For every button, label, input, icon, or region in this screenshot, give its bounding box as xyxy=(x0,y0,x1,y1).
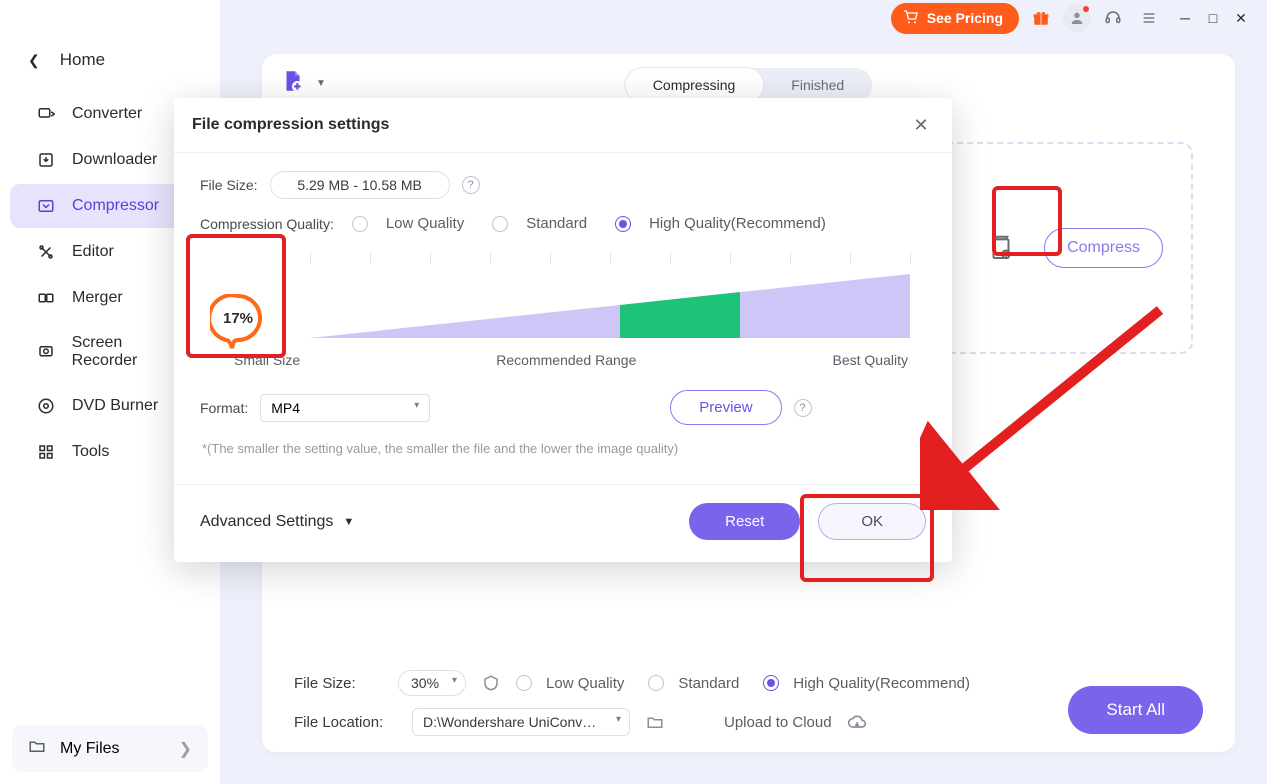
gift-icon[interactable] xyxy=(1027,4,1055,32)
dvd-icon xyxy=(36,396,56,416)
sidebar-item-label: Tools xyxy=(72,443,109,461)
sidebar-item-label: Merger xyxy=(72,289,123,307)
chevron-down-icon: ▼ xyxy=(316,78,326,89)
window-minimize-button[interactable]: ─ xyxy=(1171,4,1199,32)
downloader-icon xyxy=(36,150,56,170)
upload-cloud-label: Upload to Cloud xyxy=(724,714,832,731)
sidebar-item-label: Converter xyxy=(72,105,142,123)
slider-thumb[interactable]: 17% xyxy=(210,294,266,350)
tab-compressing[interactable]: Compressing xyxy=(625,68,763,102)
my-files-button[interactable]: My Files ❯ xyxy=(12,725,208,772)
advanced-settings-toggle[interactable]: Advanced Settings ▼ xyxy=(200,513,354,531)
file-size-select[interactable]: 30% xyxy=(398,670,466,696)
my-files-label: My Files xyxy=(60,740,120,758)
sidebar-item-label: Editor xyxy=(72,243,114,261)
reset-button[interactable]: Reset xyxy=(689,503,800,540)
title-bar: See Pricing ─ □ ✕ xyxy=(891,0,1267,36)
compress-button[interactable]: Compress xyxy=(1044,228,1163,268)
back-icon: ❮ xyxy=(28,52,40,69)
chevron-right-icon: ❯ xyxy=(179,739,192,759)
modal-quality-low-label: Low Quality xyxy=(386,215,464,232)
merger-icon xyxy=(36,288,56,308)
tab-finished[interactable]: Finished xyxy=(763,68,872,102)
compression-settings-dialog: File compression settings ✕ File Size: 5… xyxy=(174,98,952,562)
file-location-select[interactable]: D:\Wondershare UniConverter 1 xyxy=(412,708,630,736)
preview-button[interactable]: Preview xyxy=(670,390,781,425)
start-all-button[interactable]: Start All xyxy=(1068,686,1203,734)
dialog-title: File compression settings xyxy=(192,116,389,134)
home-label: Home xyxy=(60,50,105,70)
format-select[interactable]: MP4 xyxy=(260,394,430,422)
modal-quality-low-radio[interactable] xyxy=(352,216,368,232)
slider-track xyxy=(310,274,910,338)
add-file-icon xyxy=(280,68,306,99)
file-size-value[interactable]: 5.29 MB - 10.58 MB xyxy=(270,171,450,199)
sidebar-item-label: Downloader xyxy=(72,151,157,169)
folder-icon xyxy=(28,737,46,760)
menu-icon[interactable] xyxy=(1135,4,1163,32)
slider-value: 17% xyxy=(210,294,266,350)
window-close-button[interactable]: ✕ xyxy=(1227,4,1255,32)
see-pricing-button[interactable]: See Pricing xyxy=(891,3,1019,34)
window-maximize-button[interactable]: □ xyxy=(1199,4,1227,32)
modal-quality-standard-label: Standard xyxy=(526,215,587,232)
recorder-icon xyxy=(36,342,56,362)
sidebar-item-label: Compressor xyxy=(72,197,159,215)
home-nav[interactable]: ❮ Home xyxy=(0,36,220,90)
file-size-label: File Size: xyxy=(200,177,258,193)
slider-ticks xyxy=(310,252,910,270)
lock-icon[interactable] xyxy=(480,672,502,694)
modal-quality-standard-radio[interactable] xyxy=(492,216,508,232)
quality-standard-radio[interactable] xyxy=(648,675,664,691)
converter-icon xyxy=(36,104,56,124)
sidebar-item-label: DVD Burner xyxy=(72,397,158,415)
window-controls: ─ □ ✕ xyxy=(1171,4,1255,32)
support-icon[interactable] xyxy=(1099,4,1127,32)
quality-standard-label: Standard xyxy=(678,675,739,692)
open-folder-button[interactable] xyxy=(644,711,666,733)
sidebar-item-label: Screen Recorder xyxy=(72,334,190,370)
see-pricing-label: See Pricing xyxy=(927,10,1003,26)
file-size-help-icon[interactable]: ? xyxy=(462,176,480,194)
dialog-close-button[interactable]: ✕ xyxy=(908,112,934,138)
ok-button[interactable]: OK xyxy=(818,503,926,540)
compressor-icon xyxy=(36,196,56,216)
modal-quality-high-radio[interactable] xyxy=(615,216,631,232)
file-location-label: File Location: xyxy=(294,714,398,731)
tools-icon xyxy=(36,442,56,462)
quality-high-radio[interactable] xyxy=(763,675,779,691)
modal-quality-high-label: High Quality(Recommend) xyxy=(649,215,826,232)
preview-help-icon[interactable]: ? xyxy=(794,399,812,417)
add-file-button[interactable]: ▼ xyxy=(280,68,326,99)
quality-low-label: Low Quality xyxy=(546,675,624,692)
account-icon[interactable] xyxy=(1063,4,1091,32)
compression-note: *(The smaller the setting value, the sma… xyxy=(202,441,926,456)
editor-icon xyxy=(36,242,56,262)
tabs: Compressing Finished xyxy=(625,68,872,102)
compression-slider[interactable]: 17% xyxy=(200,248,926,360)
compression-settings-button[interactable] xyxy=(978,225,1024,271)
bottom-bar: File Size: 30% Low Quality Standard High… xyxy=(294,664,1203,742)
format-label: Format: xyxy=(200,400,248,416)
cloud-icon[interactable] xyxy=(846,711,868,733)
quality-high-label: High Quality(Recommend) xyxy=(793,675,970,692)
file-size-label: File Size: xyxy=(294,675,384,692)
quality-low-radio[interactable] xyxy=(516,675,532,691)
cart-icon xyxy=(903,9,919,28)
quality-label: Compression Quality: xyxy=(200,216,334,232)
chevron-down-icon: ▼ xyxy=(343,516,354,528)
